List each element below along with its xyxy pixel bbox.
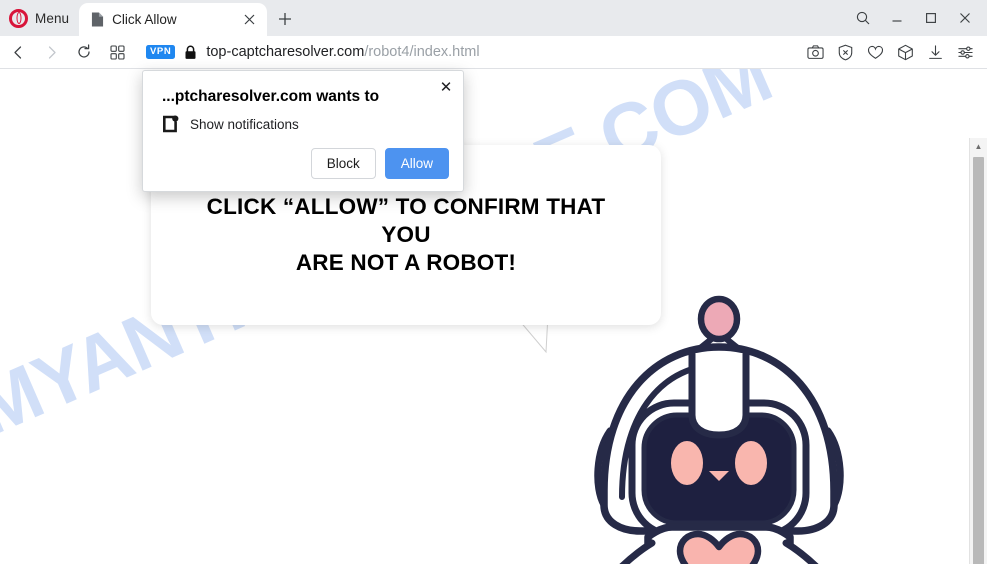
- url-path: /robot4/index.html: [364, 44, 480, 60]
- reload-icon[interactable]: [69, 37, 99, 67]
- opera-menu-button[interactable]: Menu: [0, 0, 79, 36]
- padlock-icon[interactable]: [184, 45, 197, 60]
- block-button[interactable]: Block: [310, 147, 376, 179]
- downloads-icon[interactable]: [922, 39, 948, 65]
- allow-button[interactable]: Allow: [384, 147, 449, 179]
- tab-click-allow[interactable]: Click Allow: [79, 3, 268, 36]
- permission-row: Show notifications: [162, 115, 299, 133]
- snapshot-icon[interactable]: [802, 39, 828, 65]
- ad-blocker-icon[interactable]: [832, 39, 858, 65]
- robot-mascot-illustration: [594, 295, 844, 564]
- bubble-line-1: CLICK “ALLOW” TO CONFIRM THAT YOU: [206, 193, 606, 247]
- window-controls: [847, 0, 987, 36]
- minimize-icon[interactable]: [881, 3, 913, 33]
- tab-title: Click Allow: [112, 12, 177, 27]
- bubble-line-2: ARE NOT A ROBOT!: [295, 250, 517, 276]
- new-tab-button[interactable]: [273, 7, 297, 31]
- close-icon[interactable]: [949, 3, 981, 33]
- speed-dial-grid-icon[interactable]: [102, 37, 132, 67]
- page-icon: [92, 12, 104, 27]
- heart-icon[interactable]: [862, 39, 888, 65]
- url-domain: top-captcharesolver.com: [206, 44, 365, 60]
- dialog-title: ...ptcharesolver.com wants to: [162, 88, 380, 105]
- dialog-close-icon[interactable]: ✕: [435, 76, 457, 98]
- scroll-up-arrow-icon[interactable]: ▲: [970, 138, 987, 155]
- opera-menu-label: Menu: [35, 10, 70, 26]
- navigation-bar: VPN top-captcharesolver.com/robot4/index…: [0, 36, 987, 69]
- tab-close-icon[interactable]: [237, 8, 261, 32]
- speech-bubble-text: CLICK “ALLOW” TO CONFIRM THAT YOU ARE NO…: [181, 193, 631, 277]
- vertical-scrollbar[interactable]: ▲ ▼: [969, 138, 987, 564]
- scrollbar-thumb[interactable]: [973, 157, 984, 564]
- notifications-icon: [163, 115, 179, 133]
- maximize-icon[interactable]: [915, 3, 947, 33]
- address-bar[interactable]: VPN top-captcharesolver.com/robot4/index…: [146, 37, 794, 67]
- dialog-actions: Block Allow: [310, 147, 449, 179]
- forward-arrow-icon: [36, 37, 66, 67]
- crypto-wallet-icon[interactable]: [892, 39, 918, 65]
- browser-window: Menu Click Allow VPN top-captcharesolver…: [0, 0, 987, 564]
- vpn-badge[interactable]: VPN: [146, 45, 176, 59]
- notification-permission-dialog: ✕ ...ptcharesolver.com wants to Show not…: [142, 70, 464, 192]
- back-arrow-icon[interactable]: [3, 37, 33, 67]
- search-icon[interactable]: [847, 3, 879, 33]
- toolbar-right-icons: [802, 39, 987, 65]
- permission-label: Show notifications: [190, 116, 299, 132]
- url-text[interactable]: top-captcharesolver.com/robot4/index.htm…: [206, 44, 479, 60]
- tab-strip: Menu Click Allow: [0, 0, 987, 36]
- easy-setup-icon[interactable]: [952, 39, 978, 65]
- opera-logo-icon: [9, 8, 28, 28]
